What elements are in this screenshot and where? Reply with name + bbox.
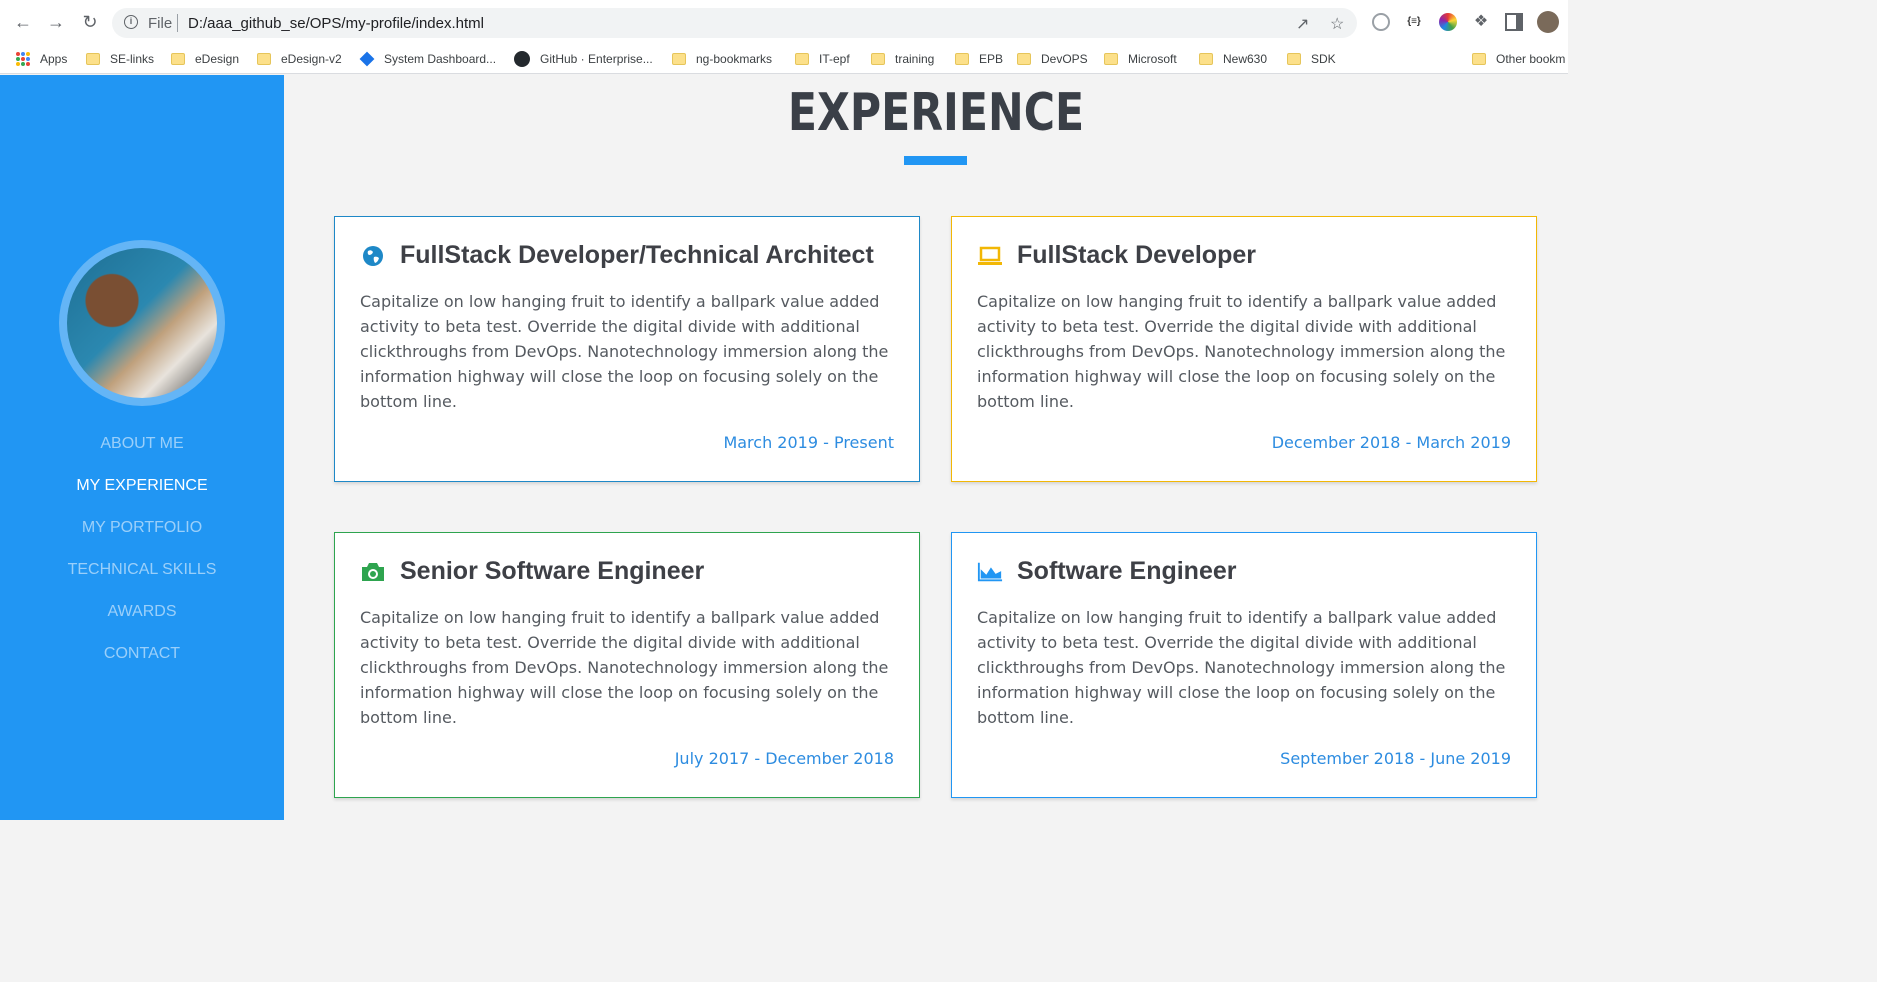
side-panel-icon[interactable] — [1505, 13, 1523, 31]
job-title: FullStack Developer — [1017, 241, 1256, 269]
bookmark-folder[interactable]: ng-bookmarks — [672, 50, 772, 68]
browser-toolbar: ← → ↻ i File D:/aaa_github_se/OPS/my-pro… — [0, 0, 1568, 44]
bookmark-folder[interactable]: SDK — [1287, 50, 1336, 68]
nav-my-experience[interactable]: MY EXPERIENCE — [0, 474, 284, 516]
folder-icon — [86, 53, 100, 65]
area-chart-icon — [977, 560, 1003, 584]
profile-photo — [67, 248, 217, 398]
experience-card: Software Engineer Capitalize on low hang… — [951, 532, 1537, 798]
share-icon[interactable]: ↗ — [1296, 14, 1309, 34]
folder-icon — [672, 53, 686, 65]
job-title: Senior Software Engineer — [400, 557, 705, 585]
jira-diamond-icon — [359, 51, 375, 67]
bookmark-label: eDesign-v2 — [281, 52, 342, 66]
puzzle-extensions-icon[interactable]: ❖ — [1472, 13, 1490, 31]
folder-icon — [1017, 53, 1031, 65]
scheme-label: File — [148, 15, 173, 32]
sidebar: ABOUT ME MY EXPERIENCE MY PORTFOLIO TECH… — [0, 75, 284, 820]
nav-about-me[interactable]: ABOUT ME — [0, 432, 284, 474]
bookmark-folder[interactable]: SE-links — [86, 50, 154, 68]
bookmark-label: SE-links — [110, 52, 155, 66]
job-description: Capitalize on low hanging fruit to ident… — [977, 292, 1506, 411]
experience-card: FullStack Developer Capitalize on low ha… — [951, 216, 1537, 482]
folder-icon — [1104, 53, 1118, 65]
section-title: EXPERIENCE — [787, 83, 1085, 143]
bookmark-label: Other bookm — [1496, 52, 1566, 66]
other-bookmarks[interactable]: Other bookm — [1472, 50, 1565, 68]
folder-icon — [955, 53, 969, 65]
site-info-icon[interactable]: i — [124, 15, 138, 29]
job-dates: September 2018 - June 2019 — [1280, 749, 1511, 768]
title-underline — [904, 156, 967, 165]
bookmark-folder[interactable]: EPB — [955, 50, 1003, 68]
back-arrow-icon[interactable]: ← — [12, 11, 34, 33]
bookmark-label: GitHub · Enterprise... — [540, 52, 653, 66]
nav-contact[interactable]: CONTACT — [0, 642, 284, 684]
camera-icon — [360, 560, 386, 584]
bookmark-star-icon[interactable]: ☆ — [1330, 14, 1344, 34]
apps-grid-icon — [16, 52, 30, 66]
bookmark-label: IT-epf — [819, 52, 850, 66]
job-dates: December 2018 - March 2019 — [1271, 433, 1511, 452]
bookmark-label: New630 — [1223, 52, 1268, 66]
nav-technical-skills[interactable]: TECHNICAL SKILLS — [0, 558, 284, 600]
folder-icon — [1472, 53, 1486, 65]
bookmark-label: ng-bookmarks — [696, 52, 773, 66]
bookmark-apps[interactable]: Apps — [16, 50, 67, 68]
bookmark-site[interactable]: System Dashboard... — [359, 50, 497, 68]
nav-awards[interactable]: AWARDS — [0, 600, 284, 642]
extension-circle-icon[interactable] — [1372, 13, 1390, 31]
color-wheel-icon[interactable] — [1439, 13, 1457, 31]
folder-icon — [1199, 53, 1213, 65]
reload-icon[interactable]: ↻ — [79, 11, 101, 33]
sidebar-nav: ABOUT ME MY EXPERIENCE MY PORTFOLIO TECH… — [0, 432, 284, 684]
globe-icon — [360, 244, 386, 268]
bookmark-site[interactable]: GitHub · Enterprise... — [514, 50, 653, 68]
experience-card: FullStack Developer/Technical Architect … — [334, 216, 920, 482]
bookmark-folder[interactable]: eDesign — [171, 50, 239, 68]
nav-my-portfolio[interactable]: MY PORTFOLIO — [0, 516, 284, 558]
main-content: EXPERIENCE FullStack Developer/Technical… — [284, 75, 1568, 820]
bookmarks-bar: Apps SE-links eDesign eDesign-v2 System … — [0, 44, 1568, 74]
folder-icon — [171, 53, 185, 65]
job-description: Capitalize on low hanging fruit to ident… — [360, 608, 889, 727]
bookmark-label: eDesign — [195, 52, 240, 66]
job-dates: March 2019 - Present — [723, 433, 894, 452]
experience-card: Senior Software Engineer Capitalize on l… — [334, 532, 920, 798]
bookmark-folder[interactable]: Microsoft — [1104, 50, 1177, 68]
job-dates: July 2017 - December 2018 — [674, 749, 894, 768]
bookmark-label: Apps — [40, 52, 68, 66]
omnibox-divider — [177, 14, 178, 32]
profile-avatar-icon[interactable] — [1537, 11, 1559, 33]
bookmark-label: training — [895, 52, 935, 66]
bookmark-folder[interactable]: IT-epf — [795, 50, 850, 68]
bookmark-label: System Dashboard... — [384, 52, 497, 66]
bookmark-folder[interactable]: DevOPS — [1017, 50, 1088, 68]
github-icon — [514, 51, 530, 67]
laptop-icon — [977, 244, 1003, 268]
url-text[interactable]: D:/aaa_github_se/OPS/my-profile/index.ht… — [188, 15, 484, 32]
json-extension-icon[interactable]: {≡} — [1405, 13, 1423, 31]
job-title: FullStack Developer/Technical Architect — [400, 241, 874, 269]
bookmark-folder[interactable]: training — [871, 50, 934, 68]
job-title: Software Engineer — [1017, 557, 1237, 585]
folder-icon — [1287, 53, 1301, 65]
profile-photo-frame — [59, 240, 225, 406]
forward-arrow-icon[interactable]: → — [45, 11, 67, 33]
bookmark-folder[interactable]: eDesign-v2 — [257, 50, 342, 68]
folder-icon — [871, 53, 885, 65]
job-description: Capitalize on low hanging fruit to ident… — [360, 292, 889, 411]
folder-icon — [795, 53, 809, 65]
job-description: Capitalize on low hanging fruit to ident… — [977, 608, 1506, 727]
bookmark-folder[interactable]: New630 — [1199, 50, 1267, 68]
bookmark-label: DevOPS — [1041, 52, 1088, 66]
address-bar[interactable]: i File D:/aaa_github_se/OPS/my-profile/i… — [112, 8, 1357, 38]
bookmark-label: EPB — [979, 52, 1004, 66]
bookmark-label: Microsoft — [1128, 52, 1177, 66]
folder-icon — [257, 53, 271, 65]
bookmark-label: SDK — [1311, 52, 1336, 66]
